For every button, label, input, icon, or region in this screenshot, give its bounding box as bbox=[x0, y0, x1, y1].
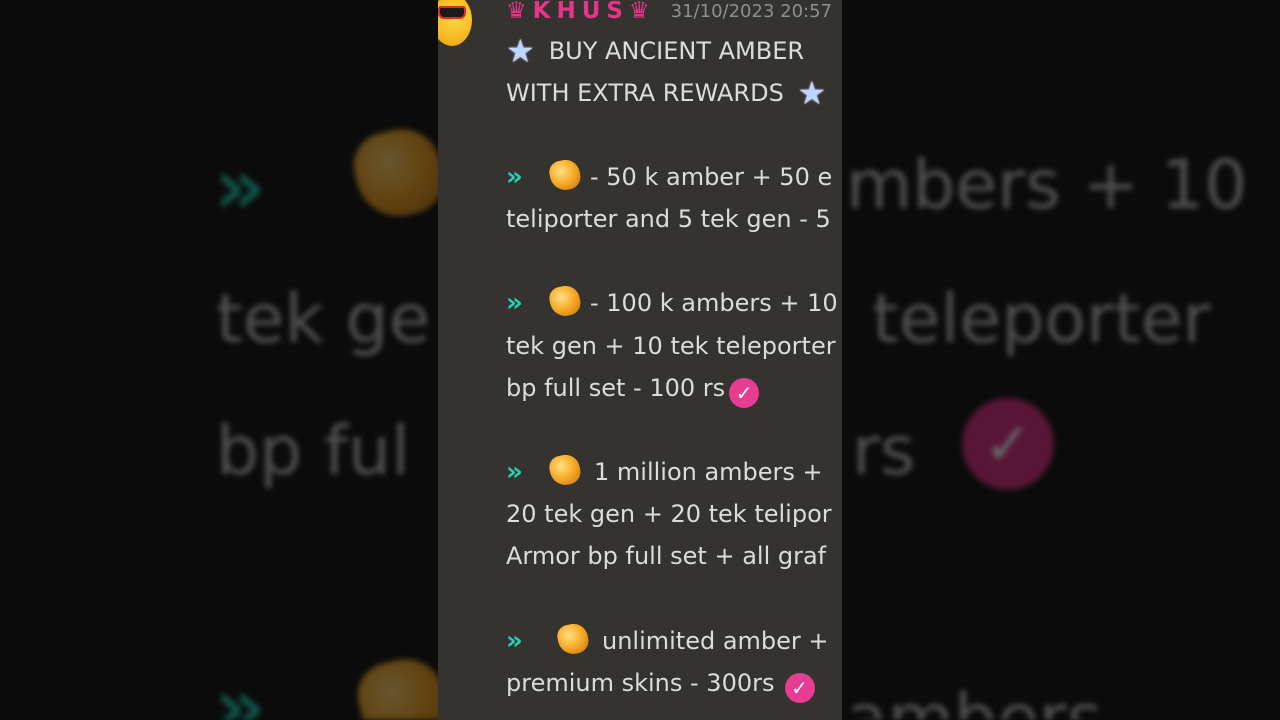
bg-text-line: rs bbox=[852, 412, 916, 491]
offer-line: » - 50 k amber + 50 e bbox=[506, 157, 833, 194]
offer-line: teliporter and 5 tek gen - 5 bbox=[506, 202, 831, 236]
timestamp: 31/10/2023 20:57 bbox=[670, 0, 832, 22]
bg-text-line: ambers bbox=[846, 680, 1103, 720]
offer-text: tek gen + 10 tek teleporter bbox=[506, 332, 836, 360]
offer-text: bp full set - 100 rs bbox=[506, 374, 726, 402]
offer-text: 20 tek gen + 20 tek telipor bbox=[506, 500, 832, 528]
message-header: ♛KHUS♛ 31/10/2023 20:57 bbox=[506, 0, 832, 26]
bg-chevron-icon: » bbox=[214, 660, 266, 720]
video-frame: » mbers + 10 tek ge teleporter bp ful rs… bbox=[0, 0, 1280, 720]
offer-line: 20 tek gen + 20 tek telipor bbox=[506, 497, 832, 531]
offer-text: Armor bp full set + all graf bbox=[506, 542, 827, 570]
amber-icon bbox=[547, 157, 583, 193]
bg-chevron-icon: » bbox=[214, 140, 266, 233]
star-icon: ★ bbox=[797, 74, 827, 112]
bg-text-line: mbers + 10 bbox=[846, 146, 1248, 225]
offer-line: premium skins - 300rs ✓ bbox=[506, 666, 815, 703]
title-line: ★ BUY ANCIENT AMBER bbox=[506, 34, 804, 68]
verified-check-icon: ✓ bbox=[784, 673, 815, 703]
amber-icon bbox=[555, 621, 591, 657]
bg-text-line: bp ful bbox=[216, 412, 410, 491]
title-line: WITH EXTRA REWARDS ★ bbox=[506, 76, 840, 110]
offer-text: - 100 k ambers + 10 bbox=[590, 289, 838, 317]
verified-check-icon: ✓ bbox=[729, 378, 760, 408]
offer-line: bp full set - 100 rs ✓ bbox=[506, 371, 760, 408]
star-icon: ★ bbox=[506, 32, 535, 70]
offer-text: unlimited amber + bbox=[602, 627, 829, 655]
bg-amber-icon bbox=[346, 120, 452, 226]
title-text: BUY ANCIENT AMBER bbox=[548, 37, 805, 65]
offer-line: tek gen + 10 tek teleporter bbox=[506, 329, 836, 363]
offer-line: » unlimited amber + bbox=[506, 621, 829, 658]
amber-icon bbox=[547, 283, 583, 319]
offer-line: Armor bp full set + all graf bbox=[506, 539, 826, 573]
chevron-right-icon: » bbox=[506, 626, 523, 656]
offer-text: 1 million ambers + bbox=[594, 458, 823, 486]
chevron-right-icon: » bbox=[506, 457, 523, 487]
chevron-right-icon: » bbox=[506, 162, 523, 192]
chevron-right-icon: » bbox=[506, 288, 523, 318]
offer-line: » 1 million ambers + bbox=[506, 452, 823, 489]
avatar[interactable] bbox=[438, 0, 472, 46]
offer-text: - 50 k amber + 50 e bbox=[590, 163, 833, 191]
username[interactable]: ♛KHUS♛ bbox=[506, 0, 656, 24]
bg-verified-icon: ✓ bbox=[962, 398, 1054, 490]
offer-text: premium skins - 300rs bbox=[506, 669, 775, 697]
offer-line: » - 100 k ambers + 10 bbox=[506, 283, 838, 320]
offer-text: teliporter and 5 tek gen - 5 bbox=[506, 205, 831, 233]
sunglasses-emoji-icon bbox=[438, 6, 466, 19]
chat-message-panel: ♛KHUS♛ 31/10/2023 20:57 ★ BUY ANCIENT AMB… bbox=[438, 0, 842, 720]
amber-icon bbox=[547, 452, 583, 488]
bg-text-line: tek ge bbox=[216, 280, 431, 359]
bg-text-line: teleporter bbox=[872, 280, 1211, 359]
title-text: WITH EXTRA REWARDS bbox=[506, 79, 784, 107]
